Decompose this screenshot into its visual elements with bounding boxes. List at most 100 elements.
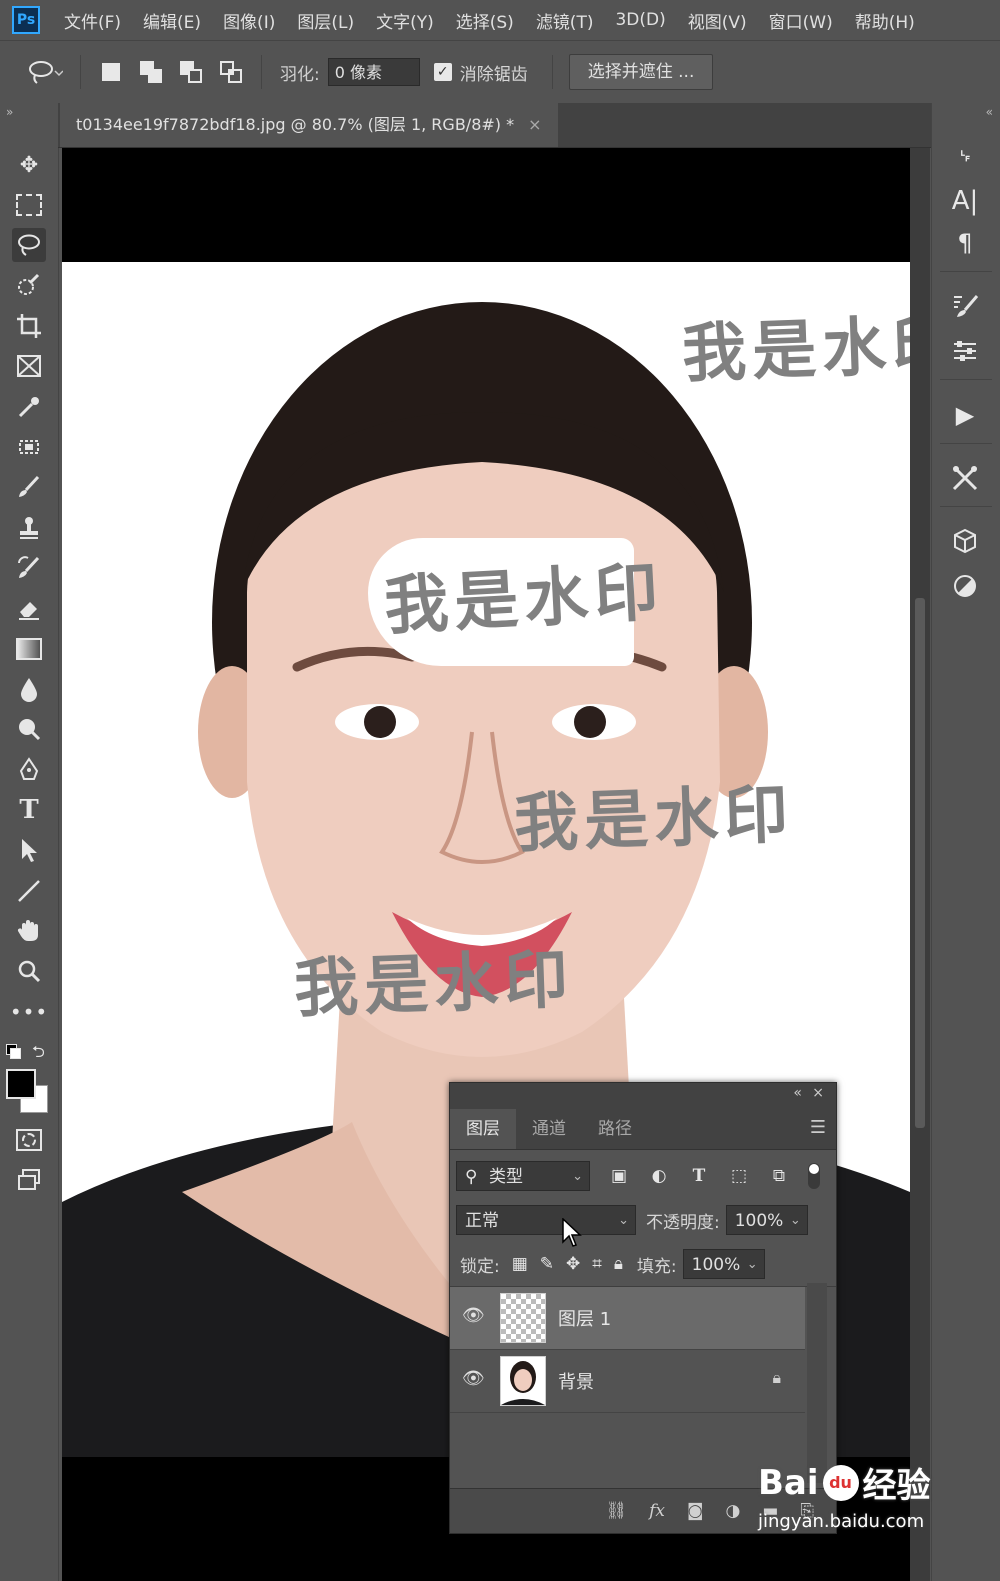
lasso-preset-icon[interactable] xyxy=(20,55,70,89)
spot-healing-tool-icon[interactable] xyxy=(12,430,46,464)
pixel-filter-icon[interactable]: ▣ xyxy=(608,1166,630,1186)
new-selection-icon[interactable] xyxy=(98,59,124,85)
new-adjustment-icon[interactable]: ◑ xyxy=(725,1501,740,1521)
lock-all-icon[interactable]: 🔒︎ xyxy=(614,1254,623,1274)
menu-file[interactable]: 文件(F) xyxy=(64,8,121,33)
link-layers-icon[interactable]: ⛓ xyxy=(606,1501,628,1521)
history-brush-tool-icon[interactable] xyxy=(12,551,46,585)
path-selection-tool-icon[interactable] xyxy=(12,833,46,867)
menu-help[interactable]: 帮助(H) xyxy=(855,8,915,33)
tab-paths[interactable]: 路径 xyxy=(582,1109,648,1149)
add-mask-icon[interactable]: ◙ xyxy=(687,1501,704,1521)
default-colors-icon[interactable] xyxy=(6,1044,21,1059)
brush-settings-icon[interactable] xyxy=(947,288,983,324)
menu-select[interactable]: 选择(S) xyxy=(456,8,514,33)
separator xyxy=(551,55,553,89)
collapse-arrows-icon[interactable]: « xyxy=(986,105,993,119)
add-selection-icon[interactable] xyxy=(138,59,164,85)
fx-icon[interactable]: fx xyxy=(649,1501,665,1521)
collapse-arrows-icon[interactable]: » xyxy=(6,105,13,119)
menu-window[interactable]: 窗口(W) xyxy=(769,8,833,33)
lock-position-icon[interactable]: ✥ xyxy=(566,1254,580,1274)
layers-list: 👁︎ 图层 1 👁︎ 背景 🔒︎ xyxy=(450,1287,805,1413)
subtract-selection-icon[interactable] xyxy=(178,59,204,85)
play-actions-icon[interactable]: ▶ xyxy=(947,397,983,433)
baidu-url: jingyan.baidu.com xyxy=(758,1511,925,1532)
move-tool-icon[interactable]: ✥ xyxy=(12,148,46,182)
adjustments-circle-icon[interactable] xyxy=(947,568,983,604)
menu-layer[interactable]: 图层(L) xyxy=(297,8,354,33)
opacity-input[interactable]: 100% ⌄ xyxy=(725,1205,808,1235)
lock-pixels-icon[interactable]: ✎ xyxy=(540,1254,554,1274)
frame-tool-icon[interactable] xyxy=(12,349,46,383)
crop-tool-icon[interactable] xyxy=(12,309,46,343)
menu-3d[interactable]: 3D(D) xyxy=(615,10,665,30)
layers-scrollbar[interactable] xyxy=(807,1283,827,1483)
intersect-selection-icon[interactable] xyxy=(218,59,244,85)
document-tab[interactable]: t0134ee19f7872bdf18.jpg @ 80.7% (图层 1, R… xyxy=(60,103,558,147)
eraser-tool-icon[interactable] xyxy=(12,591,46,625)
eye-icon[interactable]: 👁︎ xyxy=(462,1368,485,1389)
eyedropper-tool-icon[interactable] xyxy=(12,390,46,424)
adjustment-filter-icon[interactable]: ◐ xyxy=(648,1166,670,1186)
glyphs-icon[interactable]: ␊ xyxy=(947,138,983,174)
close-panel-icon[interactable]: × xyxy=(812,1085,824,1101)
screen-mode-icon[interactable] xyxy=(12,1163,46,1197)
menu-image[interactable]: 图像(I) xyxy=(223,8,275,33)
zoom-tool-icon[interactable] xyxy=(12,954,46,988)
quick-selection-tool-icon[interactable] xyxy=(12,269,46,303)
filter-toggle-icon[interactable] xyxy=(808,1163,820,1189)
swap-colors-icon[interactable]: ⮌ xyxy=(32,1041,45,1068)
collapse-panel-icon[interactable]: « xyxy=(793,1085,802,1101)
pen-tool-icon[interactable] xyxy=(12,753,46,787)
quick-mask-icon[interactable] xyxy=(12,1123,46,1157)
lock-transparent-icon[interactable]: ▦ xyxy=(512,1254,528,1274)
panel-titlebar[interactable]: « × xyxy=(450,1083,836,1105)
watermark-text: 我是水印 xyxy=(382,554,667,645)
menu-type[interactable]: 文字(Y) xyxy=(376,8,434,33)
tools-crossed-icon[interactable] xyxy=(947,460,983,496)
scroll-thumb[interactable] xyxy=(915,598,925,1128)
mouse-cursor xyxy=(562,1217,582,1252)
blend-mode-dropdown[interactable]: 正常 ⌄ xyxy=(456,1205,636,1235)
marquee-tool-icon[interactable] xyxy=(12,188,46,222)
character-icon[interactable]: A| xyxy=(947,183,983,219)
antialias-checkbox[interactable]: ✓ xyxy=(433,63,452,81)
lock-artboard-icon[interactable]: ⌗ xyxy=(592,1254,602,1274)
gradient-tool-icon[interactable] xyxy=(12,632,46,666)
lasso-tool-icon[interactable] xyxy=(12,228,46,262)
foreground-color-swatch[interactable] xyxy=(6,1069,36,1099)
brush-tool-icon[interactable] xyxy=(12,470,46,504)
menu-view[interactable]: 视图(V) xyxy=(688,8,747,33)
blur-tool-icon[interactable] xyxy=(12,672,46,706)
fill-input[interactable]: 100% ⌄ xyxy=(682,1249,765,1279)
vertical-scrollbar[interactable] xyxy=(910,148,930,1581)
3d-cube-icon[interactable] xyxy=(947,523,983,559)
tab-layers[interactable]: 图层 xyxy=(450,1109,516,1149)
eye-icon[interactable]: 👁︎ xyxy=(462,1305,485,1326)
select-and-mask-button[interactable]: 选择并遮住 ... xyxy=(568,54,714,90)
close-icon[interactable]: × xyxy=(528,115,541,134)
hand-tool-icon[interactable] xyxy=(12,914,46,948)
dodge-tool-icon[interactable] xyxy=(12,712,46,746)
adjustments-sliders-icon[interactable] xyxy=(947,333,983,369)
feather-input[interactable]: 0 像素 xyxy=(327,58,420,86)
shape-filter-icon[interactable]: ⬚ xyxy=(728,1166,750,1186)
more-tools-icon[interactable]: ••• xyxy=(10,995,47,1029)
menu-filter[interactable]: 滤镜(T) xyxy=(536,8,594,33)
type-tool-icon[interactable]: T xyxy=(12,793,46,827)
smart-object-filter-icon[interactable]: ⧉ xyxy=(768,1166,790,1186)
right-dock: « ␊ A| ¶ ▶ xyxy=(931,103,1000,1581)
tab-channels[interactable]: 通道 xyxy=(516,1109,582,1149)
panel-menu-icon[interactable]: ☰ xyxy=(810,1117,826,1138)
filter-kind-dropdown[interactable]: ⚲ 类型 ⌄ xyxy=(456,1161,590,1191)
layer-row[interactable]: 👁︎ 背景 🔒︎ xyxy=(450,1350,805,1413)
menu-edit[interactable]: 编辑(E) xyxy=(143,8,201,33)
type-filter-icon[interactable]: T xyxy=(688,1166,710,1186)
paragraph-icon[interactable]: ¶ xyxy=(947,225,983,261)
document-title: t0134ee19f7872bdf18.jpg @ 80.7% (图层 1, R… xyxy=(76,115,515,134)
layer-row[interactable]: 👁︎ 图层 1 xyxy=(450,1287,805,1350)
lock-icon: 🔒︎ xyxy=(772,1368,781,1387)
line-tool-icon[interactable] xyxy=(12,874,46,908)
clone-stamp-tool-icon[interactable] xyxy=(12,511,46,545)
